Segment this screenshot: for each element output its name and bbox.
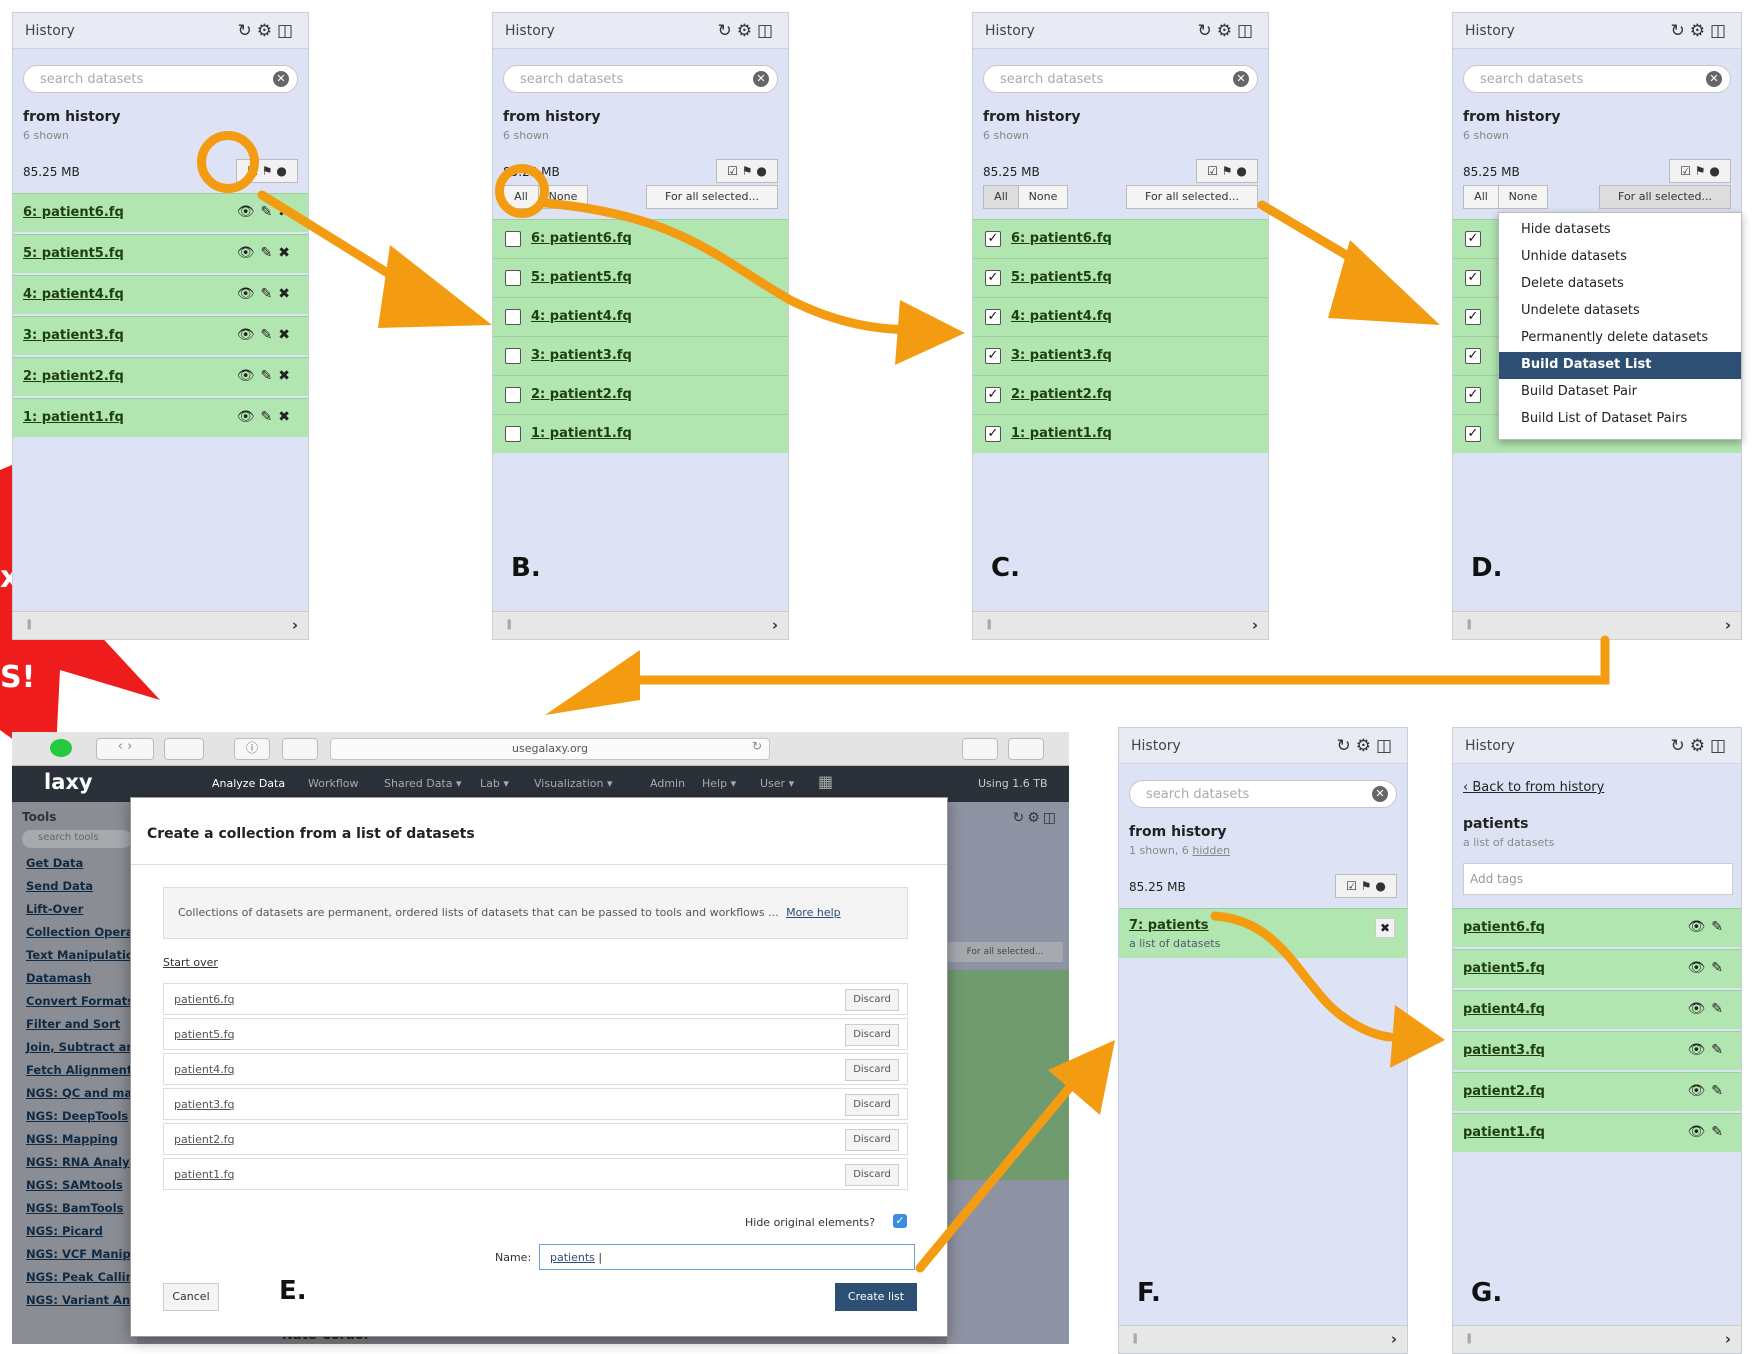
arrowhead-b	[895, 300, 965, 365]
arrowhead-a	[378, 245, 492, 328]
arrowhead-d	[545, 650, 640, 715]
annotation-arrows	[257, 190, 1610, 1273]
arrow-b-to-c	[540, 198, 923, 335]
arrow-d-to-e	[625, 635, 1610, 685]
arrow-f-to-g	[1210, 911, 1395, 1042]
arrowhead-f	[1390, 1005, 1445, 1068]
arrow-e-to-f	[915, 1070, 1085, 1273]
